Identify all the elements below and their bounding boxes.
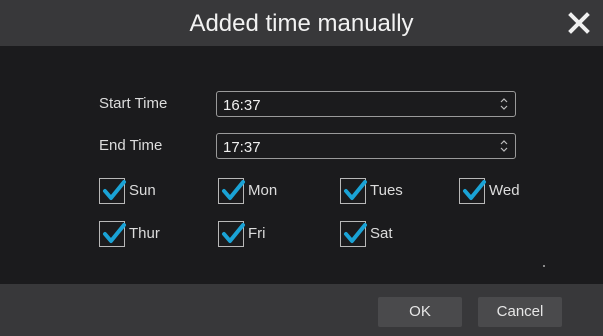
divider-dot: [543, 265, 545, 267]
end-time-value: 17:37: [223, 139, 261, 156]
day-label: Wed: [489, 182, 520, 199]
check-icon: [344, 180, 367, 200]
day-label: Sat: [370, 225, 393, 242]
day-label: Fri: [248, 225, 266, 242]
end-time-input[interactable]: 17:37: [216, 133, 516, 159]
dialog-titlebar: Added time manually: [0, 0, 603, 46]
check-icon: [463, 180, 486, 200]
day-label: Thur: [129, 225, 160, 242]
start-time-value: 16:37: [223, 97, 261, 114]
spinner-icon[interactable]: [499, 137, 509, 155]
check-icon: [222, 180, 245, 200]
ok-button[interactable]: OK: [378, 297, 462, 327]
checkbox-checked[interactable]: [459, 178, 486, 204]
dialog-footer: OK Cancel: [0, 284, 603, 336]
day-label: Tues: [370, 182, 403, 199]
check-icon: [103, 180, 126, 200]
start-time-input[interactable]: 16:37: [216, 91, 516, 117]
checkbox-checked[interactable]: [99, 221, 126, 247]
dialog-title: Added time manually: [189, 10, 414, 37]
checkbox-checked[interactable]: [218, 221, 245, 247]
close-icon[interactable]: [567, 11, 591, 35]
check-icon: [344, 223, 367, 243]
add-time-dialog: Added time manually Start Time 16:37 End…: [0, 0, 603, 336]
check-icon: [222, 223, 245, 243]
cancel-button[interactable]: Cancel: [478, 297, 562, 327]
spinner-icon[interactable]: [499, 95, 509, 113]
checkbox-checked[interactable]: [340, 221, 367, 247]
dialog-body: Start Time 16:37 End Time 17:37 Sun Mon …: [0, 46, 603, 284]
end-time-label: End Time: [99, 137, 163, 154]
day-label: Sun: [129, 182, 156, 199]
day-label: Mon: [248, 182, 278, 199]
checkbox-checked[interactable]: [99, 178, 126, 204]
checkbox-checked[interactable]: [340, 178, 367, 204]
start-time-label: Start Time: [99, 95, 168, 112]
checkbox-checked[interactable]: [218, 178, 245, 204]
check-icon: [103, 223, 126, 243]
